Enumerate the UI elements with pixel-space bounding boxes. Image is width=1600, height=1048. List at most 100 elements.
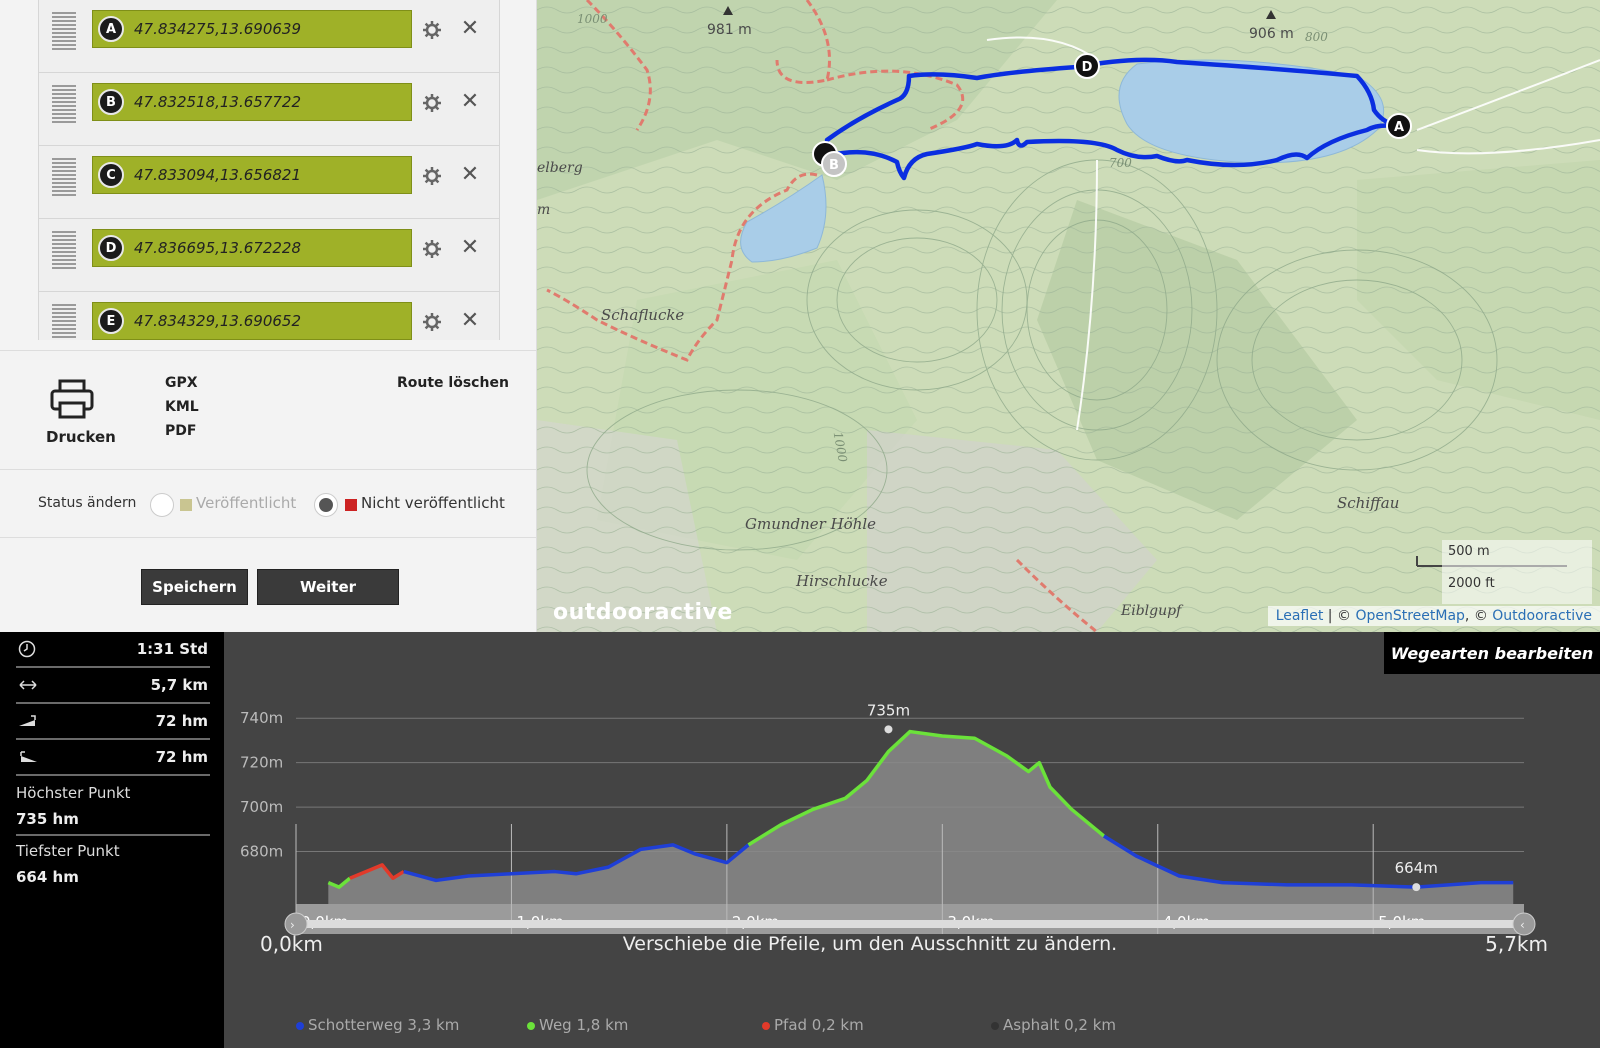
- waypoint-coords-field[interactable]: E 47.834329,13.690652: [92, 302, 412, 340]
- range-end-label: 5,7km: [1485, 932, 1548, 956]
- range-start-label: 0,0km: [260, 932, 323, 956]
- route-stats: 1:31 Std 5,7 km 72 hm 72 hm Höchster Pun…: [0, 632, 224, 1048]
- export-kml-link[interactable]: KML: [165, 399, 199, 415]
- printer-icon[interactable]: [50, 379, 94, 419]
- stat-duration-value: 1:31 Std: [136, 640, 208, 658]
- map-label-peak-906: 906 m: [1249, 26, 1294, 42]
- waypoint-letter-badge: A: [98, 16, 124, 42]
- save-button[interactable]: Speichern: [141, 569, 248, 605]
- svg-text:D: D: [1082, 60, 1093, 75]
- stat-distance-value: 5,7 km: [150, 676, 208, 694]
- y-tick-label: 680m: [240, 843, 283, 861]
- legend-item: Weg 1,8 km: [527, 1016, 628, 1034]
- drag-handle-icon[interactable]: [52, 231, 76, 271]
- legend-label: Asphalt 0,2 km: [1003, 1016, 1117, 1034]
- map-label-m: m: [537, 202, 551, 218]
- waypoint-letter-badge: B: [98, 89, 124, 115]
- map-view[interactable]: D A B 981 m 906 m 1000 800 700 elberg m …: [537, 0, 1600, 632]
- leaflet-link[interactable]: Leaflet: [1276, 608, 1324, 624]
- stat-ascent: 72 hm: [16, 704, 210, 740]
- waypoint-coords-field[interactable]: B 47.832518,13.657722: [92, 83, 412, 121]
- lowest-point-value: 664 hm: [16, 868, 79, 886]
- legend-dot-icon: [991, 1022, 999, 1030]
- waypoint-coords[interactable]: 47.833094,13.656821: [134, 166, 301, 184]
- gear-icon[interactable]: [422, 20, 442, 40]
- drag-handle-icon[interactable]: [52, 85, 76, 125]
- status-unpublished-radio[interactable]: [314, 493, 338, 517]
- status-published-label[interactable]: Veröffentlicht: [196, 494, 296, 512]
- print-button-label[interactable]: Drucken: [46, 428, 116, 446]
- map-label-elberg: elberg: [537, 160, 583, 176]
- waypoint-letter-badge: E: [98, 308, 124, 334]
- chevron-left-icon: ‹: [1520, 918, 1525, 932]
- descent-icon: [20, 751, 37, 762]
- legend-item: Asphalt 0,2 km: [991, 1016, 1116, 1034]
- close-icon[interactable]: ✕: [459, 18, 481, 40]
- stats-divider: [16, 834, 210, 836]
- waypoint-row[interactable]: E 47.834329,13.690652 ✕: [39, 292, 499, 340]
- next-button[interactable]: Weiter: [257, 569, 399, 605]
- status-label: Status ändern: [38, 495, 137, 511]
- chevron-right-icon: ›: [290, 918, 295, 932]
- osm-link[interactable]: OpenStreetMap: [1355, 608, 1464, 624]
- y-tick-label: 720m: [240, 754, 283, 772]
- export-gpx-link[interactable]: GPX: [165, 375, 198, 391]
- gear-icon[interactable]: [422, 312, 442, 332]
- waypoint-row[interactable]: A 47.834275,13.690639 ✕: [39, 0, 499, 73]
- delete-route-link[interactable]: Route löschen: [397, 375, 509, 391]
- waypoint-row[interactable]: D 47.836695,13.672228 ✕: [39, 219, 499, 292]
- close-icon[interactable]: ✕: [459, 164, 481, 186]
- drag-handle-icon[interactable]: [52, 158, 76, 198]
- highest-point-value: 735 hm: [16, 810, 79, 828]
- waypoint-coords-field[interactable]: D 47.836695,13.672228: [92, 229, 412, 267]
- map-label-gmundner-hoehle: Gmundner Höhle: [745, 515, 877, 533]
- highest-point-label: Höchster Punkt: [16, 784, 131, 802]
- gear-icon[interactable]: [422, 239, 442, 259]
- outdooractive-link[interactable]: Outdooractive: [1492, 608, 1592, 624]
- drag-handle-icon[interactable]: [52, 304, 76, 340]
- lowest-point-label: Tiefster Punkt: [16, 842, 120, 860]
- waypoint-row[interactable]: B 47.832518,13.657722 ✕: [39, 73, 499, 146]
- distance-icon: [19, 680, 37, 690]
- map-label-schaflucke: Schaflucke: [601, 306, 685, 324]
- edit-waytypes-button[interactable]: Wegearten bearbeiten: [1384, 632, 1600, 674]
- x-axis-band: [296, 904, 1524, 934]
- svg-text:A: A: [1394, 120, 1404, 135]
- legend-dot-icon: [296, 1022, 304, 1030]
- waypoint-letter-badge: D: [98, 235, 124, 261]
- stat-duration: 1:31 Std: [16, 632, 210, 668]
- legend-dot-icon: [527, 1022, 535, 1030]
- waypoint-coords[interactable]: 47.832518,13.657722: [134, 93, 301, 111]
- route-actions: Drucken GPX KML PDF Route löschen: [0, 350, 537, 470]
- waypoint-coords-field[interactable]: C 47.833094,13.656821: [92, 156, 412, 194]
- drag-handle-icon[interactable]: [52, 12, 76, 52]
- close-icon[interactable]: ✕: [459, 310, 481, 332]
- map-label-hirschlucke: Hirschlucke: [796, 572, 888, 590]
- legend-item: Pfad 0,2 km: [762, 1016, 864, 1034]
- stat-distance: 5,7 km: [16, 668, 210, 704]
- attribution-sep-2: , ©: [1464, 608, 1493, 624]
- gear-icon[interactable]: [422, 166, 442, 186]
- y-tick-label: 740m: [240, 709, 283, 727]
- route-planner: A 47.834275,13.690639 ✕ B 47.832518,13.65772…: [0, 0, 1600, 1048]
- close-icon[interactable]: ✕: [459, 237, 481, 259]
- svg-text:B: B: [829, 158, 839, 173]
- waypoint-coords[interactable]: 47.836695,13.672228: [134, 239, 301, 257]
- waypoint-coords[interactable]: 47.834275,13.690639: [134, 20, 301, 38]
- elevation-profile: 680m700m720m740m0,0km1,0km2,0km3,0km4,0k…: [224, 632, 1600, 1048]
- status-published-radio[interactable]: [150, 493, 174, 517]
- export-pdf-link[interactable]: PDF: [165, 423, 196, 439]
- waypoint-row[interactable]: C 47.833094,13.656821 ✕: [39, 146, 499, 219]
- waypoint-coords[interactable]: 47.834329,13.690652: [134, 312, 301, 330]
- outdooractive-logo: outdooractive: [553, 600, 733, 625]
- status-unpublished-label[interactable]: Nicht veröffentlicht: [361, 494, 505, 512]
- close-icon[interactable]: ✕: [459, 91, 481, 113]
- gear-icon[interactable]: [422, 93, 442, 113]
- waypoint-coords-field[interactable]: A 47.834275,13.690639: [92, 10, 412, 48]
- attribution-sep-1: | ©: [1323, 608, 1356, 624]
- map-label-contour-800: 800: [1305, 30, 1328, 44]
- legend-label: Pfad 0,2 km: [774, 1016, 864, 1034]
- waypoint-list[interactable]: A 47.834275,13.690639 ✕ B 47.832518,13.65772…: [38, 0, 500, 340]
- scale-imperial: 2000 ft: [1448, 576, 1495, 591]
- legend-item: Schotterweg 3,3 km: [296, 1016, 459, 1034]
